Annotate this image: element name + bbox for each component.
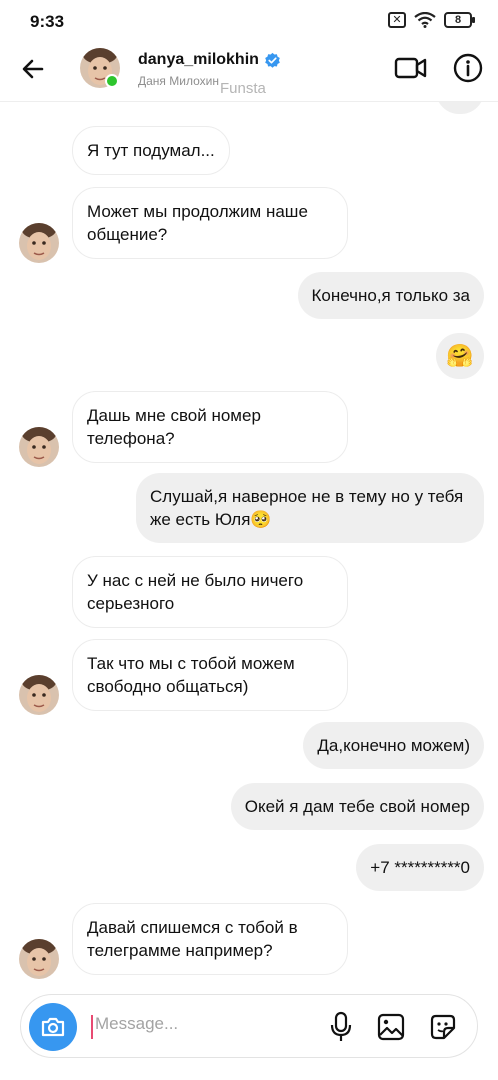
microphone-icon[interactable] — [329, 1011, 353, 1043]
video-call-icon[interactable] — [394, 54, 428, 82]
incoming-message[interactable]: Я тут подумал... — [72, 126, 230, 175]
outgoing-message[interactable]: Слушай,я наверное не в тему но у тебя же… — [136, 473, 484, 543]
outgoing-message[interactable]: +7 **********0 — [356, 844, 484, 891]
status-icons: ✕ 8 — [388, 12, 475, 28]
incoming-message[interactable]: Давай спишемся с тобой в телеграмме напр… — [72, 903, 348, 975]
sender-avatar[interactable] — [19, 939, 59, 979]
camera-icon — [41, 1017, 65, 1037]
sender-avatar[interactable] — [19, 675, 59, 715]
camera-button[interactable] — [29, 1003, 77, 1051]
sender-avatar[interactable] — [19, 223, 59, 263]
partial-message-bubble — [436, 102, 484, 114]
message-input[interactable]: Message... — [95, 1014, 178, 1034]
online-status-indicator — [105, 74, 119, 88]
sticker-icon[interactable] — [429, 1013, 457, 1041]
outgoing-message[interactable]: Да,конечно можем) — [303, 722, 484, 769]
status-time: 9:33 — [30, 12, 65, 31]
info-icon[interactable] — [452, 52, 484, 84]
outgoing-message[interactable]: Окей я дам тебе свой номер — [230, 783, 484, 830]
outgoing-message[interactable]: Конечно,я только за — [297, 272, 484, 319]
outgoing-emoji-message[interactable]: 🤗 — [436, 333, 484, 379]
username-text: danya_milokhin — [138, 51, 259, 68]
gallery-icon[interactable] — [377, 1013, 405, 1041]
status-bar: 9:33 ✕ 8 — [0, 0, 498, 40]
message-composer: Message... — [20, 994, 478, 1058]
incoming-message[interactable]: Дашь мне свой номер телефона? — [72, 391, 348, 463]
incoming-message[interactable]: Может мы продолжим наше общение? — [72, 187, 348, 259]
watermark: Funsta — [220, 80, 266, 97]
battery-icon: 8 — [444, 12, 475, 28]
hugging-emoji: 🤗 — [446, 343, 474, 368]
text-cursor — [91, 1015, 93, 1039]
battery-level: 8 — [454, 14, 462, 26]
message-list[interactable]: Я тут подумал... Может мы продолжим наше… — [0, 102, 498, 986]
wifi-icon — [414, 12, 436, 28]
incoming-message[interactable]: Так что мы с тобой можем свободно общать… — [72, 639, 348, 711]
back-arrow-icon[interactable] — [18, 54, 48, 84]
chat-header: danya_milokhin Даня Милохин Funsta — [0, 40, 498, 102]
full-name: Даня Милохин — [138, 74, 219, 88]
incoming-message[interactable]: У нас с ней не было ничего серьезного — [72, 556, 348, 628]
verified-badge-icon — [265, 52, 280, 68]
username[interactable]: danya_milokhin — [138, 51, 281, 69]
notification-icon: ✕ — [388, 12, 406, 28]
sender-avatar[interactable] — [19, 427, 59, 467]
